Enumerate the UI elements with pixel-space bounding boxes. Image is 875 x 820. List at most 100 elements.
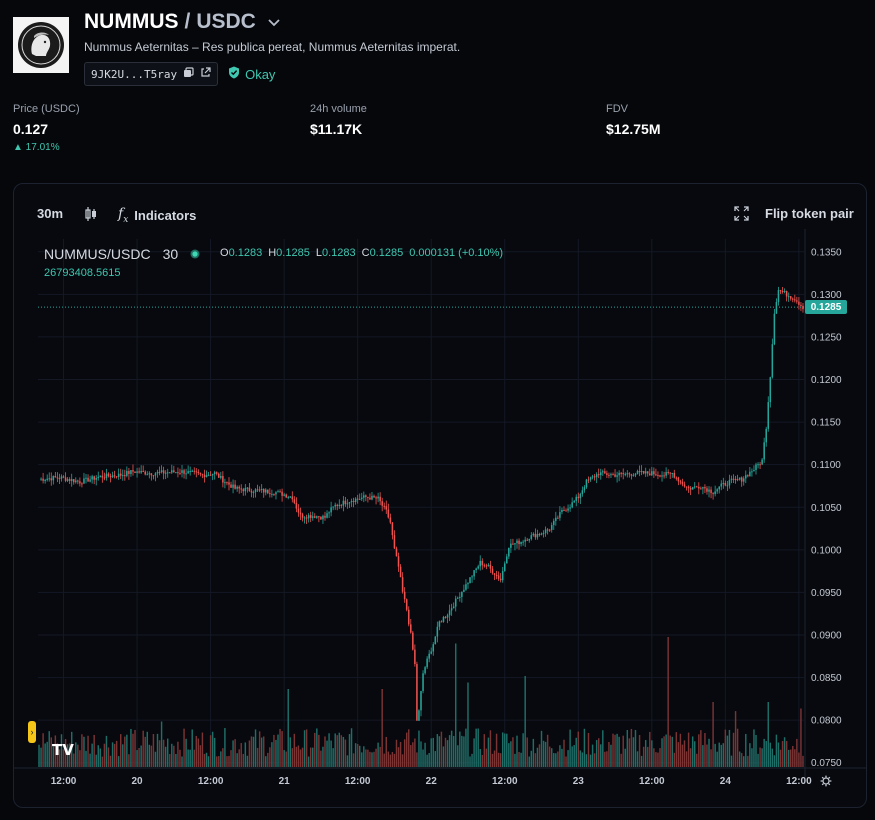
candle-body [150, 473, 153, 476]
candle-body [79, 481, 81, 484]
time-axis: 12:00 20 12:00 21 12:00 22 12:00 23 12:00 24 12:00 [14, 767, 866, 787]
volume-bar [461, 735, 463, 767]
candle-body [164, 472, 167, 474]
candle-body [569, 507, 571, 509]
volume-bar [471, 753, 473, 767]
candle-body [418, 710, 420, 721]
candle-body [336, 504, 339, 507]
chart-card: 30m fx Indicators Flip token pair 0.1350… [13, 183, 867, 808]
candle-body [736, 479, 739, 481]
volume-bar [385, 736, 387, 767]
volume-bar [205, 752, 208, 767]
volume-bar [497, 752, 500, 767]
candle-body [465, 584, 467, 590]
volume-bar [473, 738, 475, 767]
time-tick-label: 12:00 [198, 776, 224, 787]
candle-body [128, 471, 130, 474]
volume-bar [698, 734, 700, 767]
candle-body [58, 478, 61, 480]
price-tick-label: 0.0850 [811, 673, 842, 684]
candle-body [783, 291, 786, 293]
candle-body [767, 402, 770, 429]
volume-bar [440, 731, 443, 767]
fdv-label: FDV [606, 103, 628, 115]
candle-body [644, 471, 647, 474]
volume-bar [630, 728, 633, 767]
volume-bar [111, 742, 114, 767]
volume-bar [140, 745, 142, 767]
volume-bar [481, 754, 484, 767]
volume-bar [798, 752, 800, 767]
volume-bar [563, 739, 565, 767]
legend-open: O0.1283 [220, 247, 263, 259]
candle-body [377, 496, 379, 499]
volume-bar [679, 733, 682, 767]
collapse-tab[interactable]: › [28, 721, 36, 743]
volume-bar [583, 728, 586, 767]
external-link-icon[interactable] [200, 67, 211, 81]
volume-bar [659, 748, 661, 767]
candle-body [651, 471, 653, 476]
candle-body [550, 525, 553, 530]
candle-body [130, 470, 132, 474]
candle-body [136, 471, 138, 474]
volume-bar [330, 740, 332, 767]
volume-bar [420, 741, 422, 767]
volume-bar [185, 738, 187, 767]
candle-body [499, 578, 502, 581]
candle-body [646, 471, 649, 474]
volume-bar [346, 755, 349, 767]
volume-bar [626, 729, 629, 767]
price-tick-label: 0.0900 [811, 631, 842, 642]
volume-bar [97, 745, 99, 767]
pair-title[interactable]: NUMMUS / USDC [84, 10, 280, 34]
volume-bar [105, 735, 108, 767]
candle-body [573, 500, 575, 503]
volume-bar [79, 750, 81, 767]
price-tick-label: 0.1350 [811, 247, 842, 258]
candle-body [730, 478, 733, 480]
time-tick-label: 12:00 [639, 776, 665, 787]
volume-bar [150, 745, 153, 767]
chevron-down-icon[interactable] [268, 14, 280, 30]
volume-bar [128, 754, 130, 767]
copy-icon[interactable] [183, 67, 194, 81]
candle-body [101, 475, 104, 478]
chart-grid [38, 239, 804, 767]
candle-body [442, 617, 445, 622]
candle-body [358, 498, 361, 500]
candle-body [681, 481, 684, 485]
candle-body [463, 589, 465, 592]
volume-bar [40, 747, 42, 767]
volume-bar [250, 736, 253, 767]
candle-body [714, 491, 716, 495]
volume-bar [354, 743, 357, 767]
candle-body [207, 474, 210, 476]
volume-bar [87, 735, 89, 767]
candle-body [649, 473, 651, 476]
price-tick-label: 0.1150 [811, 418, 841, 429]
candle-body [640, 471, 643, 473]
candle-body [663, 475, 665, 477]
volume-bar [218, 756, 220, 767]
price-chart[interactable]: 0.13500.13000.12500.12000.11500.11000.10… [14, 184, 866, 807]
volume-bar [501, 732, 504, 767]
token-address-chip[interactable]: 9JK2U...T5ray [84, 62, 219, 86]
volume-bar [702, 745, 704, 767]
volume-bar [561, 748, 563, 767]
volume-bar [487, 737, 490, 767]
volume-bar [700, 730, 702, 767]
volume-bar [252, 736, 255, 767]
candle-body [132, 470, 134, 472]
tradingview-logo-icon[interactable]: TV [52, 741, 74, 759]
candle-body [363, 495, 365, 498]
candle-body [356, 498, 359, 500]
candle-body [381, 501, 383, 506]
candle-body [395, 548, 398, 557]
volume-bar [238, 749, 240, 767]
token-address: 9JK2U...T5ray [91, 67, 178, 81]
volume-bar [450, 730, 453, 767]
volume-bar [506, 733, 508, 767]
candle-body [162, 470, 165, 474]
audit-status[interactable]: Okay [228, 66, 275, 82]
